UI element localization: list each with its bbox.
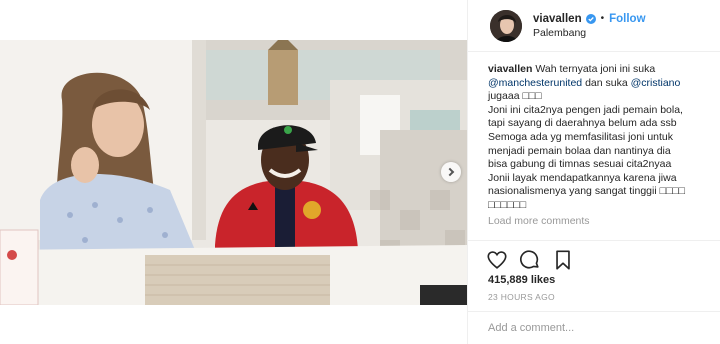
caption-area: viavallen Wah ternyata joni ini suka @man…: [468, 63, 720, 239]
separator-dot: •: [600, 12, 605, 24]
caption-line: jugaaa □□□: [488, 90, 542, 103]
add-comment-input[interactable]: [488, 322, 701, 334]
post-header: viavallen • Follow Palembang: [468, 0, 720, 52]
caption-text: Wah ternyata joni ini suka: [535, 63, 656, 75]
caption-text: dan suka: [585, 76, 628, 89]
likes-count[interactable]: 415,889 likes: [488, 274, 555, 286]
bookmark-icon[interactable]: [552, 249, 574, 271]
follow-button[interactable]: Follow: [609, 12, 645, 26]
avatar-image: [490, 9, 522, 42]
caption-line: nasionalismenya yang sangat tinggii □□□□: [488, 185, 685, 198]
post-media: [0, 0, 467, 344]
header-row: viavallen • Follow: [533, 12, 646, 26]
caption-line: Semoga ada yg memfasilitasi joni untuk: [488, 130, 674, 143]
action-bar: [468, 240, 720, 272]
chevron-right-icon: [445, 167, 455, 177]
post-timestamp[interactable]: 23 HOURS AGO: [488, 292, 555, 302]
caption-line: menjadi pemain bolaa dan nantinya dia: [488, 144, 671, 157]
post-sidebar: viavallen • Follow Palembang viavallen Wa…: [467, 0, 720, 344]
comment-form: [468, 311, 720, 344]
verified-badge-icon: [585, 13, 596, 24]
mention-link[interactable]: @cristiano: [631, 77, 681, 89]
caption-line: viavallen Wah ternyata joni ini suka: [488, 63, 707, 77]
next-photo-button[interactable]: [441, 162, 461, 182]
caption-line: bisa gabung di timnas sesuai cita2nyaa: [488, 158, 672, 171]
load-more-comments-link[interactable]: Load more comments: [488, 215, 707, 229]
mention-link[interactable]: @manchesterunited: [488, 77, 582, 89]
caption-line: @manchesterunited dan suka @cristiano: [488, 77, 707, 91]
photo-illustration: [0, 40, 467, 305]
caption-line: Joni ini cita2nya pengen jadi pemain bol…: [488, 103, 683, 116]
avatar[interactable]: [490, 9, 522, 42]
location-link[interactable]: Palembang: [533, 26, 646, 40]
heart-icon[interactable]: [486, 249, 508, 271]
comment-icon[interactable]: [519, 249, 541, 271]
header-text: viavallen • Follow Palembang: [533, 12, 646, 40]
post-photo[interactable]: [0, 40, 467, 305]
username-link[interactable]: viavallen: [533, 12, 582, 26]
caption-username-link[interactable]: viavallen: [488, 63, 532, 75]
caption-line: Jonii layak mendapatkannya karena jiwa: [488, 171, 677, 184]
caption-line: tapi sayang di daerahnya belum ada ssb: [488, 117, 677, 130]
caption-line: □□□□□□: [488, 198, 527, 211]
